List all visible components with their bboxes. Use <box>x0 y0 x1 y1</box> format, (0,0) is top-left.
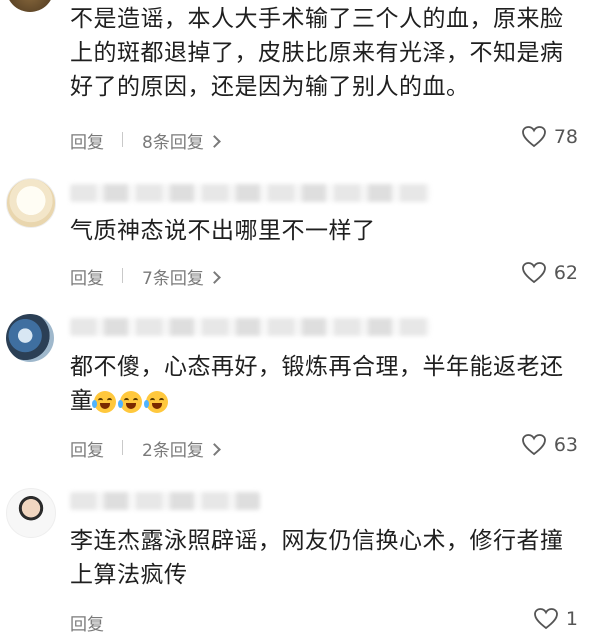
reply-button[interactable]: 回复 <box>70 264 104 289</box>
chevron-right-icon <box>207 135 221 148</box>
view-replies-button[interactable]: 8条回复 <box>142 128 221 153</box>
divider <box>122 268 123 283</box>
like-count: 63 <box>553 434 578 456</box>
laughing-tears-emoji <box>91 390 116 413</box>
like-button[interactable]: 62 <box>521 262 578 284</box>
emoji-group <box>91 388 172 414</box>
like-count: 1 <box>565 608 578 630</box>
avatar[interactable] <box>6 0 54 12</box>
comment-text: 气质神态说不出哪里不一样了 <box>70 218 376 244</box>
comment-actions: 回复 1 <box>70 608 578 636</box>
comment-text: 不是造谣，本人大手术输了三个人的血，原来脸上的斑都退掉了，皮肤比原来有光泽，不知… <box>70 6 564 100</box>
username-blurred <box>70 184 430 202</box>
comment-text: 都不傻，心态再好，锻炼再合理，半年能返老还童 <box>70 354 564 414</box>
heart-outline-icon <box>521 262 546 284</box>
like-count: 78 <box>553 126 578 148</box>
username-blurred <box>70 318 430 336</box>
like-count: 62 <box>553 262 578 284</box>
divider <box>122 132 123 147</box>
like-button[interactable]: 1 <box>534 608 578 630</box>
laughing-tears-emoji <box>143 390 168 413</box>
comment-actions: 回复 7条回复 62 <box>70 262 578 290</box>
like-button[interactable]: 78 <box>521 126 578 148</box>
reply-button[interactable]: 回复 <box>70 436 104 461</box>
avatar[interactable] <box>6 178 56 228</box>
comment-actions: 回复 2条回复 63 <box>70 434 578 462</box>
chevron-right-icon <box>207 271 221 284</box>
comment-text: 李连杰露泳照辟谣，网友仍信换心术，修行者撞上算法疯传 <box>70 528 564 588</box>
heart-outline-icon <box>534 608 558 630</box>
avatar[interactable] <box>6 488 56 538</box>
comment-actions: 回复 8条回复 78 <box>70 126 578 154</box>
heart-outline-icon <box>521 126 546 148</box>
username-blurred <box>70 492 260 510</box>
chevron-right-icon <box>207 443 221 456</box>
reply-button[interactable]: 回复 <box>70 610 104 635</box>
view-replies-button[interactable]: 2条回复 <box>142 436 221 461</box>
heart-outline-icon <box>521 434 546 456</box>
like-button[interactable]: 63 <box>521 434 578 456</box>
laughing-tears-emoji <box>117 390 142 413</box>
divider <box>122 440 123 455</box>
reply-button[interactable]: 回复 <box>70 128 104 153</box>
avatar[interactable] <box>6 314 54 362</box>
view-replies-button[interactable]: 7条回复 <box>142 264 221 289</box>
